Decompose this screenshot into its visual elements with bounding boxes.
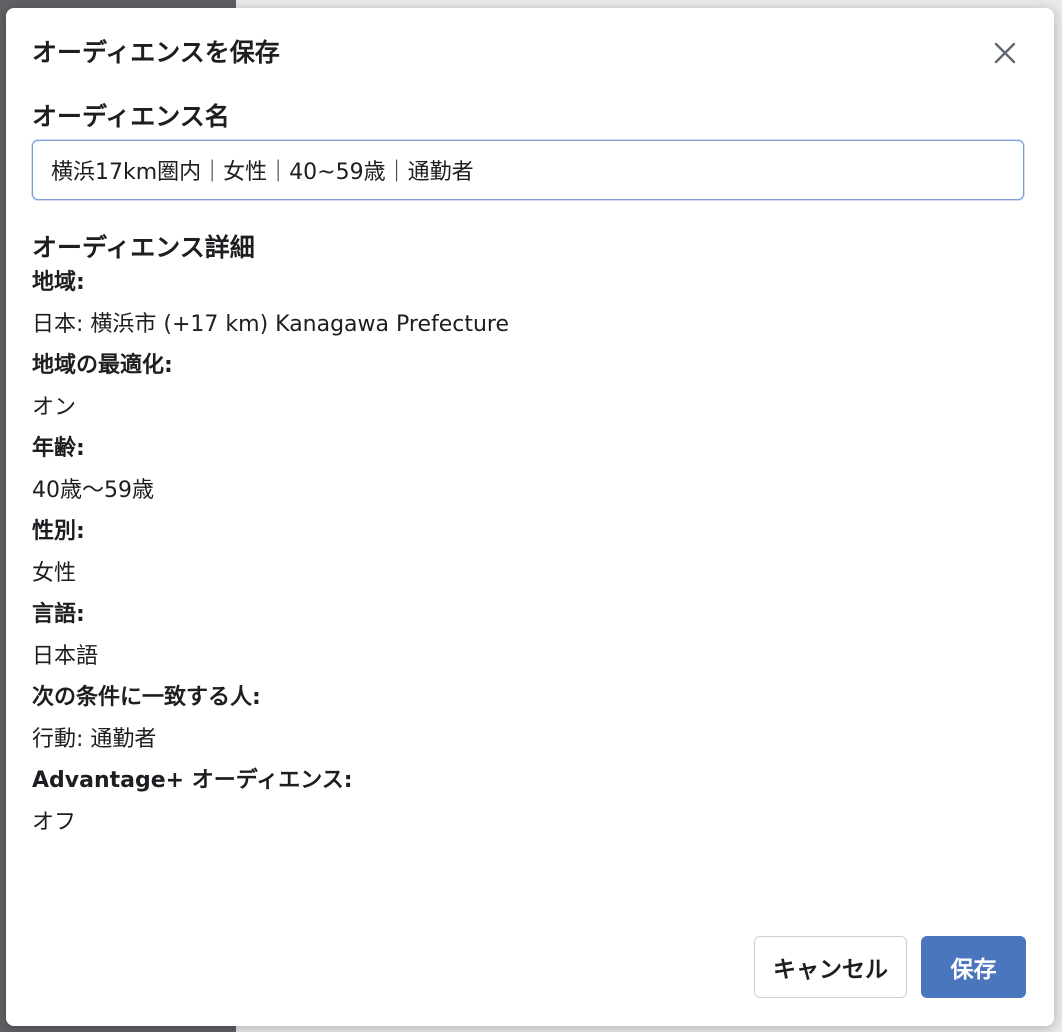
detail-item-matching-people: 次の条件に一致する人: 行動: 通勤者 bbox=[32, 683, 1012, 755]
close-button[interactable] bbox=[986, 34, 1024, 72]
detail-key: 地域の最適化: bbox=[32, 353, 173, 378]
detail-key: 次の条件に一致する人: bbox=[32, 685, 261, 710]
audience-name-input[interactable] bbox=[32, 140, 1024, 200]
detail-key: 性別: bbox=[32, 519, 85, 544]
detail-item-gender: 性別: 女性 bbox=[32, 517, 1012, 589]
save-button[interactable]: 保存 bbox=[921, 936, 1026, 998]
detail-value: 行動: 通勤者 bbox=[32, 727, 157, 752]
detail-item-language: 言語: 日本語 bbox=[32, 600, 1012, 672]
detail-item-age: 年齢: 40歳〜59歳 bbox=[32, 434, 1012, 506]
save-audience-dialog: オーディエンスを保存 オーディエンス名 オーディエンス詳細 地域: 日本: 横浜… bbox=[6, 8, 1054, 1026]
detail-key: Advantage+ オーディエンス: bbox=[32, 768, 353, 793]
cancel-button[interactable]: キャンセル bbox=[754, 936, 907, 998]
detail-item-location: 地域: 日本: 横浜市 (+17 km) Kanagawa Prefecture bbox=[32, 268, 1012, 340]
detail-value: 40歳〜59歳 bbox=[32, 478, 154, 503]
dialog-title: オーディエンスを保存 bbox=[32, 38, 280, 67]
detail-value: オン bbox=[32, 395, 77, 420]
detail-key: 地域: bbox=[32, 270, 85, 295]
detail-key: 言語: bbox=[32, 602, 85, 627]
close-icon bbox=[994, 42, 1016, 64]
audience-details-heading: オーディエンス詳細 bbox=[32, 233, 255, 262]
detail-value: 女性 bbox=[32, 561, 77, 586]
detail-item-advantage-plus: Advantage+ オーディエンス: オフ bbox=[32, 766, 1012, 838]
audience-details-list: 地域: 日本: 横浜市 (+17 km) Kanagawa Prefecture… bbox=[32, 268, 1012, 849]
detail-value: 日本: 横浜市 (+17 km) Kanagawa Prefecture bbox=[32, 312, 510, 337]
detail-item-location-optimization: 地域の最適化: オン bbox=[32, 351, 1012, 423]
audience-name-label: オーディエンス名 bbox=[32, 102, 230, 131]
detail-value: オフ bbox=[32, 810, 77, 835]
detail-value: 日本語 bbox=[32, 644, 99, 669]
detail-key: 年齢: bbox=[32, 436, 85, 461]
